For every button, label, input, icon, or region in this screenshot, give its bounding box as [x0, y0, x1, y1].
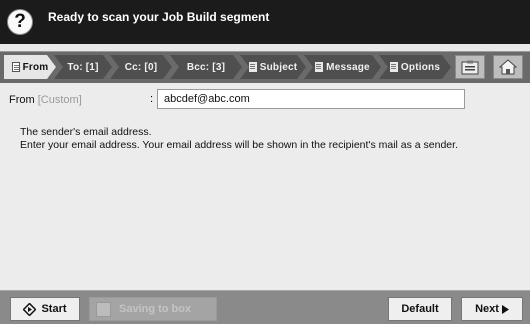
home-button[interactable]: [493, 55, 523, 79]
tab-label: Options: [400, 61, 441, 73]
help-icon[interactable]: ?: [7, 9, 33, 35]
content-area: From [Custom] : abcdef@abc.com The sende…: [0, 83, 530, 290]
document-icon: [315, 62, 323, 72]
address-book-button[interactable]: [455, 55, 485, 79]
tab-message[interactable]: Message: [304, 55, 381, 79]
document-icon: [390, 62, 398, 72]
tab-label: Bcc: [3]: [186, 61, 226, 73]
page-title: Ready to scan your Job Build segment: [48, 10, 270, 24]
description-line-1: The sender's email address.: [20, 126, 152, 138]
scan-email-screen: ? Ready to scan your Job Build segment F…: [0, 0, 530, 324]
saving-to-box-label: Saving to box: [119, 303, 192, 315]
from-field-label: From [Custom]: [9, 94, 82, 106]
home-icon: [499, 59, 517, 75]
next-label: Next: [475, 303, 499, 315]
address-book-icon: [461, 60, 479, 74]
from-label-text: From: [9, 94, 35, 106]
tab-label: Subject: [259, 61, 298, 73]
tab-options[interactable]: Options: [379, 55, 451, 79]
tab-label: From: [22, 61, 49, 73]
footer-bar: Start Saving to box Default Next: [0, 290, 530, 324]
start-button[interactable]: Start: [10, 297, 80, 321]
edit-icon: [12, 62, 20, 72]
document-icon: [249, 62, 257, 72]
header-bar: ? Ready to scan your Job Build segment: [0, 0, 530, 44]
tab-label: Cc: [0]: [124, 61, 158, 73]
start-label: Start: [41, 303, 67, 315]
right-arrow-icon: [501, 304, 509, 314]
from-label-qualifier: [Custom]: [37, 94, 82, 106]
tab-subject[interactable]: Subject: [240, 55, 306, 79]
tab-to[interactable]: To: [1]: [54, 55, 112, 79]
saving-to-box-toggle[interactable]: Saving to box: [89, 297, 217, 321]
default-label: Default: [401, 303, 439, 315]
from-email-input[interactable]: abcdef@abc.com: [157, 89, 465, 109]
checkbox-icon: [96, 301, 111, 317]
next-button[interactable]: Next: [461, 297, 523, 321]
tab-label: Message: [326, 61, 370, 73]
tab-bar: From To: [1] Cc: [0] Bcc: [3] Subject Me…: [0, 51, 530, 83]
tab-bcc[interactable]: Bcc: [3]: [170, 55, 242, 79]
description-line-2: Enter your email address. Your email add…: [20, 139, 458, 151]
tab-cc[interactable]: Cc: [0]: [110, 55, 172, 79]
start-diamond-icon: [23, 302, 37, 316]
field-colon: :: [150, 93, 154, 105]
tab-label: To: [1]: [67, 61, 99, 73]
default-button[interactable]: Default: [388, 297, 452, 321]
tab-from[interactable]: From: [4, 55, 56, 79]
